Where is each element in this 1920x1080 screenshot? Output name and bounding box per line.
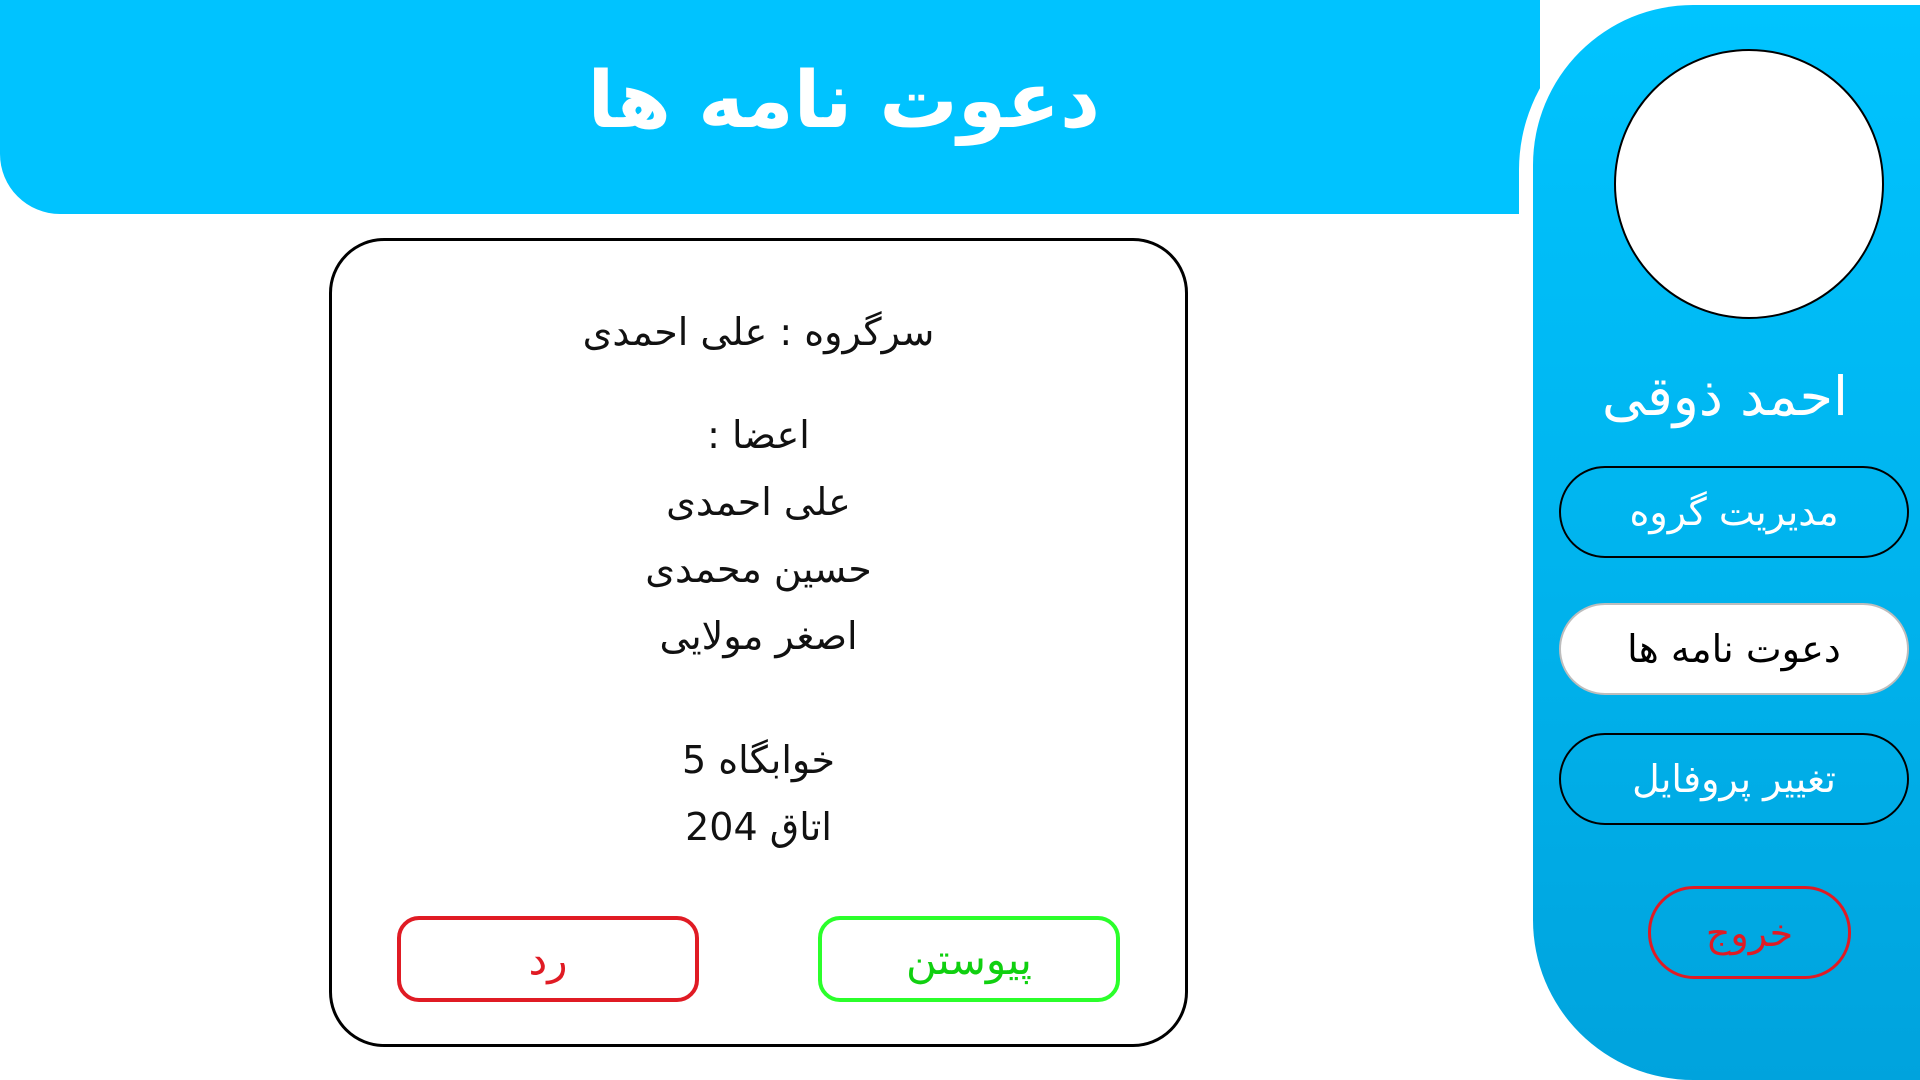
user-name: احمد ذوقی [1601, 365, 1849, 428]
header-bar: دعوت نامه ها [0, 0, 1540, 214]
page-title: دعوت نامه ها [587, 56, 1100, 146]
group-leader: سرگروه : علی احمدی [582, 310, 935, 354]
member-item: علی احمدی [666, 480, 851, 524]
avatar[interactable] [1614, 49, 1884, 319]
sidebar-item-manage-group[interactable]: مدیریت گروه [1559, 466, 1909, 558]
room-number: اتاق 204 [685, 805, 832, 849]
members-label: اعضا : [707, 413, 810, 457]
dormitory: خوابگاه 5 [682, 738, 835, 782]
join-button[interactable]: پیوستن [818, 916, 1120, 1002]
member-item: حسین محمدی [645, 547, 872, 591]
member-item: اصغر مولایی [659, 614, 858, 658]
logout-button[interactable]: خروج [1648, 886, 1851, 979]
reject-button[interactable]: رد [397, 916, 699, 1002]
sidebar-item-invitations[interactable]: دعوت نامه ها [1559, 603, 1909, 695]
sidebar-item-change-profile[interactable]: تغییر پروفایل [1559, 733, 1909, 825]
